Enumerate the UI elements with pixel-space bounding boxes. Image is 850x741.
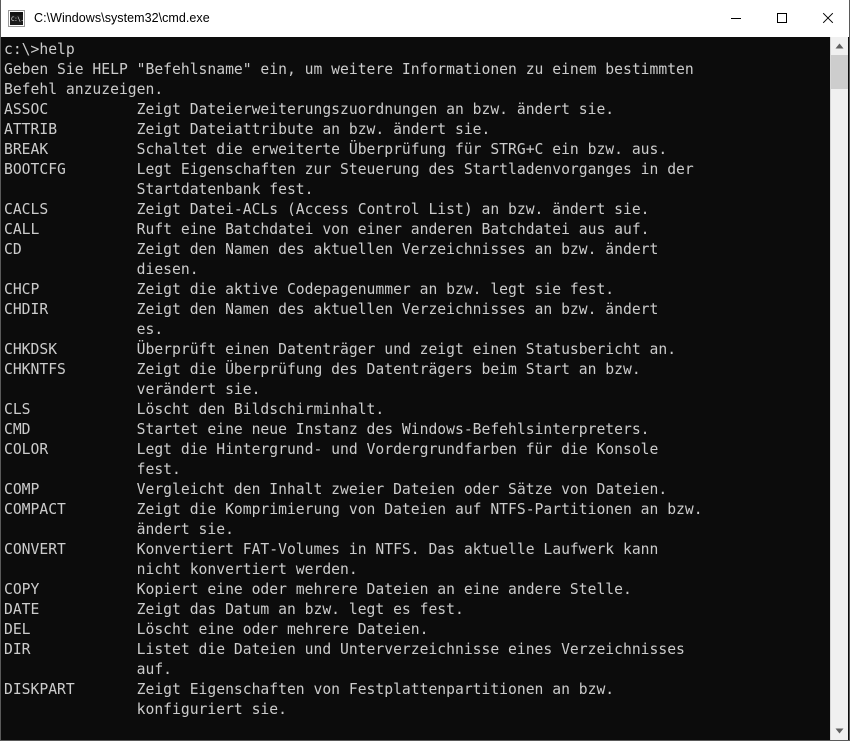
scrollbar-track[interactable]: [831, 55, 848, 722]
window-controls: [713, 0, 849, 37]
cmd-icon-screen: C:\.: [10, 14, 23, 25]
console-output-area[interactable]: c:\>help Geben Sie HELP "Befehlsname" ei…: [1, 37, 832, 740]
window-title: C:\Windows\system32\cmd.exe: [34, 11, 210, 25]
scroll-down-arrow-icon[interactable]: [831, 722, 848, 740]
cmd-window: C:\. C:\Windows\system32\cmd.exe c:\>hel…: [0, 0, 850, 741]
scroll-up-arrow-icon[interactable]: [831, 37, 848, 55]
scrollbar-thumb[interactable]: [831, 55, 848, 89]
maximize-button[interactable]: [759, 0, 805, 37]
minimize-button[interactable]: [713, 0, 759, 37]
title-bar[interactable]: C:\. C:\Windows\system32\cmd.exe: [1, 0, 849, 37]
close-button[interactable]: [805, 0, 849, 37]
cmd-console-icon: C:\.: [8, 9, 25, 27]
vertical-scrollbar[interactable]: [830, 37, 848, 740]
console-text: c:\>help Geben Sie HELP "Befehlsname" ei…: [4, 41, 703, 718]
